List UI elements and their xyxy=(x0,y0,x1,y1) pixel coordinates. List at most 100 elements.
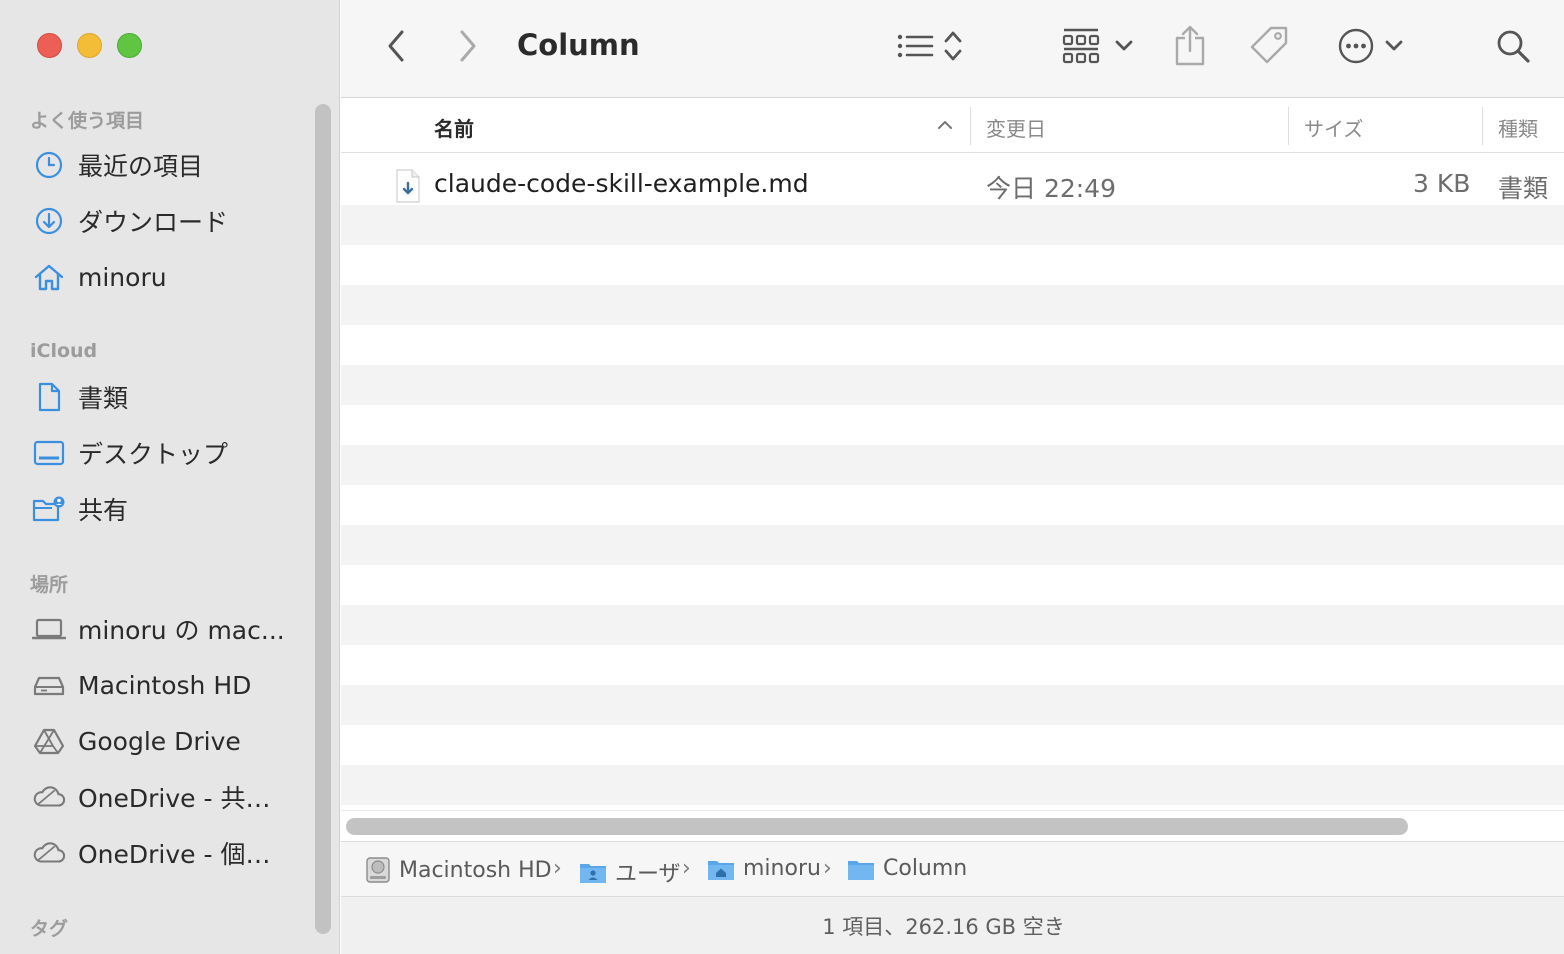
group-button[interactable] xyxy=(1057,24,1137,68)
path-item-home[interactable]: minoru xyxy=(707,856,821,881)
status-text: 1 項目、262.16 GB 空き xyxy=(822,915,1065,939)
sidebar-item-onedrive-personal[interactable]: OneDrive - 個… xyxy=(0,829,310,877)
chevron-right-icon: › xyxy=(682,856,691,881)
path-item-macintosh-hd[interactable]: Macintosh HD xyxy=(365,856,552,884)
tag-button[interactable] xyxy=(1247,22,1291,68)
sidebar-item-google-drive[interactable]: Google Drive xyxy=(0,717,310,765)
chevron-right-icon: › xyxy=(823,856,832,881)
sidebar-item-label: minoru の mac... xyxy=(78,616,285,645)
sidebar-item-label: Macintosh HD xyxy=(78,670,252,700)
search-icon xyxy=(1495,28,1531,64)
sidebar-item-shared[interactable]: 共有 xyxy=(0,485,310,533)
sidebar-item-label: デスクトップ xyxy=(78,440,229,469)
empty-row xyxy=(341,725,1564,765)
empty-row xyxy=(341,325,1564,365)
sidebar-item-recents[interactable]: 最近の項目 xyxy=(0,141,310,189)
empty-row xyxy=(341,565,1564,605)
sidebar-item-mac[interactable]: minoru の mac... xyxy=(0,605,310,653)
empty-row xyxy=(341,485,1564,525)
file-size: 3 KB xyxy=(1413,169,1471,198)
column-separator[interactable] xyxy=(970,107,971,145)
chevron-right-icon: › xyxy=(553,856,562,881)
view-options-button[interactable] xyxy=(891,26,967,66)
empty-row xyxy=(341,605,1564,645)
sidebar-item-label: Google Drive xyxy=(78,726,241,756)
document-icon xyxy=(32,381,66,413)
empty-row xyxy=(341,685,1564,725)
sidebar-item-onedrive-shared[interactable]: OneDrive - 共… xyxy=(0,773,310,821)
path-item-label: Column xyxy=(883,856,968,881)
path-item-column[interactable]: Column xyxy=(847,856,967,881)
path-bar: Macintosh HD › ユーザ › minoru › Column xyxy=(341,841,1564,897)
users-folder-icon xyxy=(579,860,607,884)
path-item-label: ユーザ xyxy=(615,862,681,887)
sidebar-item-label: OneDrive - 共… xyxy=(78,784,271,813)
sidebar-item-downloads[interactable]: ダウンロード xyxy=(0,197,310,245)
more-actions-button[interactable] xyxy=(1335,24,1405,68)
home-icon xyxy=(32,261,66,293)
column-header-size[interactable]: サイズ xyxy=(1304,113,1363,142)
sidebar-item-desktop[interactable]: デスクトップ xyxy=(0,429,310,477)
empty-row xyxy=(341,365,1564,405)
cloud-icon xyxy=(32,837,66,869)
close-button[interactable] xyxy=(37,33,62,58)
path-item-label: minoru xyxy=(743,856,821,881)
back-button[interactable] xyxy=(381,26,411,66)
zoom-button[interactable] xyxy=(117,33,142,58)
chevron-down-icon xyxy=(1385,40,1403,52)
toolbar: Column xyxy=(341,0,1564,98)
file-list: claude-code-skill-example.md 今日 22:49 3 … xyxy=(341,163,1564,805)
column-header-kind[interactable]: 種類 xyxy=(1498,113,1538,142)
empty-row xyxy=(341,405,1564,445)
horizontal-scroll-thumb[interactable] xyxy=(346,818,1408,835)
sidebar-section-tags: タグ xyxy=(30,918,69,940)
column-separator[interactable] xyxy=(1288,107,1289,145)
empty-row xyxy=(341,645,1564,685)
tag-icon xyxy=(1249,25,1289,65)
path-item-label: Macintosh HD xyxy=(399,857,552,883)
sidebar-item-documents[interactable]: 書類 xyxy=(0,373,310,421)
column-header: 名前 変更日 サイズ 種類 xyxy=(341,99,1564,153)
empty-row xyxy=(341,445,1564,485)
finder-window: よく使う項目 最近の項目 ダウンロード minoru iCloud 書類 デスク… xyxy=(0,0,1564,954)
cloud-icon xyxy=(32,781,66,813)
shared-folder-icon xyxy=(32,493,66,525)
folder-icon xyxy=(847,857,875,881)
forward-button[interactable] xyxy=(453,26,483,66)
sidebar-item-home[interactable]: minoru xyxy=(0,253,310,301)
ellipsis-circle-icon xyxy=(1337,27,1375,65)
sidebar-item-label: ダウンロード xyxy=(78,208,229,237)
disk-icon xyxy=(365,856,391,884)
sidebar-item-label: OneDrive - 個… xyxy=(78,840,271,869)
chevron-down-icon xyxy=(1115,40,1133,52)
share-button[interactable] xyxy=(1171,22,1209,68)
laptop-icon xyxy=(32,613,66,645)
column-header-modified[interactable]: 変更日 xyxy=(986,113,1046,142)
column-header-name[interactable]: 名前 xyxy=(434,113,474,142)
column-separator[interactable] xyxy=(1482,107,1483,145)
sidebar-scrollbar[interactable] xyxy=(315,104,331,934)
desktop-icon xyxy=(32,437,66,469)
status-bar: 1 項目、262.16 GB 空き xyxy=(341,897,1564,954)
clock-icon xyxy=(32,149,66,181)
file-kind: 書類 xyxy=(1498,174,1549,203)
chevron-up-down-icon xyxy=(943,29,963,63)
sidebar-item-label: 書類 xyxy=(78,384,129,413)
empty-row xyxy=(341,245,1564,285)
horizontal-scrollbar[interactable] xyxy=(341,810,1564,840)
sidebar-item-label: 最近の項目 xyxy=(78,152,204,181)
minimize-button[interactable] xyxy=(77,33,102,58)
file-modified: 今日 22:49 xyxy=(986,174,1116,203)
sort-ascending-icon xyxy=(937,119,953,131)
search-button[interactable] xyxy=(1493,26,1533,66)
home-folder-icon xyxy=(707,857,735,881)
sidebar: よく使う項目 最近の項目 ダウンロード minoru iCloud 書類 デスク… xyxy=(0,0,340,954)
sidebar-section-favorites: よく使う項目 xyxy=(30,110,145,132)
share-icon xyxy=(1173,24,1207,66)
list-view-icon xyxy=(895,31,935,61)
disk-icon xyxy=(32,669,66,701)
path-item-users[interactable]: ユーザ xyxy=(579,856,681,888)
table-row[interactable]: claude-code-skill-example.md 今日 22:49 3 … xyxy=(341,163,1564,205)
sidebar-item-label: minoru xyxy=(78,262,167,292)
sidebar-item-macintosh-hd[interactable]: Macintosh HD xyxy=(0,661,310,709)
